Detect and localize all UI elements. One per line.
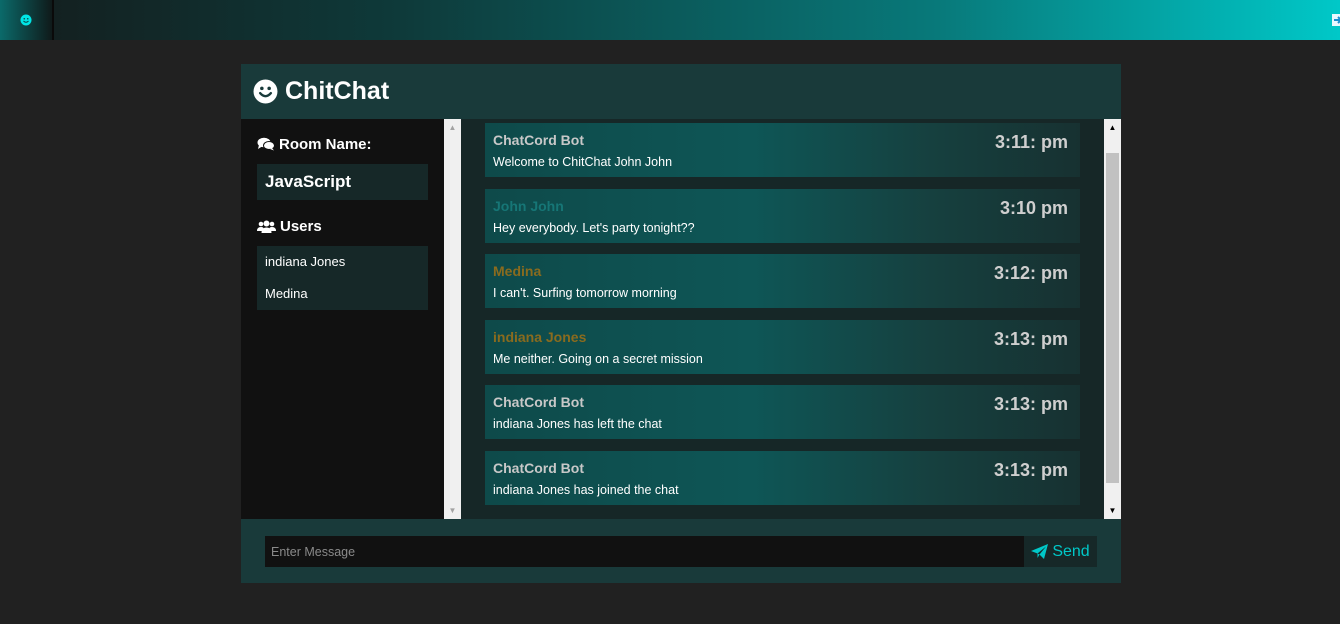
scroll-down-arrow-icon[interactable]: ▼ xyxy=(1104,502,1121,519)
message-time: 3:11: pm xyxy=(994,132,1068,152)
message: Medina 3:12: pm I can't. Surfing tomorro… xyxy=(485,254,1080,308)
message-author: ChatCord Bot xyxy=(493,459,584,476)
top-navbar xyxy=(0,0,1340,40)
app-logo[interactable] xyxy=(0,0,54,40)
message: ChatCord Bot 3:11: pm Welcome to ChitCha… xyxy=(485,123,1080,177)
message-text: indiana Jones has joined the chat xyxy=(493,482,679,497)
message-author: ChatCord Bot xyxy=(493,132,584,148)
message: ChatCord Bot 3:13: pm indiana Jones has … xyxy=(485,450,1080,505)
send-button-label: Send xyxy=(1052,542,1090,560)
users-icon xyxy=(257,220,276,233)
message-text: indiana Jones has left the chat xyxy=(493,417,662,431)
chat-form: Send xyxy=(241,519,1121,583)
message-input[interactable] xyxy=(265,536,1024,567)
messages-scrollbar[interactable]: ▲ ▼ xyxy=(1104,119,1121,519)
room-heading: Room Name: xyxy=(257,135,428,153)
user-item: Medina xyxy=(265,286,308,301)
chat-main: Room Name: JavaScript Users indiana Jone… xyxy=(241,119,1121,519)
message-time: 3:12: pm xyxy=(993,263,1068,283)
message-time: 3:10 pm xyxy=(999,197,1068,218)
chat-container: ChitChat Room Name: JavaScript Users ind… xyxy=(241,64,1121,583)
send-button[interactable]: Send xyxy=(1024,536,1097,567)
room-heading-label: Room Name: xyxy=(279,135,372,153)
app-title: ChitChat xyxy=(285,77,390,105)
message-text: I can't. Surfing tomorrow morning xyxy=(493,286,677,300)
scroll-down-arrow-icon[interactable]: ▼ xyxy=(444,502,461,519)
scrollbar-thumb[interactable] xyxy=(1106,153,1119,483)
message-text: Me neither. Going on a secret mission xyxy=(493,351,703,366)
message-author: Medina xyxy=(493,263,542,279)
message-time: 3:13: pm xyxy=(993,328,1068,349)
chat-sidebar: Room Name: JavaScript Users indiana Jone… xyxy=(241,119,444,519)
message-author: ChatCord Bot xyxy=(493,394,584,410)
exit-icon[interactable] xyxy=(1332,12,1340,28)
sidebar-scrollbar[interactable]: ▲ ▼ xyxy=(444,119,461,519)
message: ChatCord Bot 3:13: pm indiana Jones has … xyxy=(485,385,1080,439)
users-list: indiana Jones Medina xyxy=(257,246,428,310)
chat-messages: ChatCord Bot 3:11: pm Welcome to ChitCha… xyxy=(485,123,1080,516)
message: indiana Jones 3:13: pm Me neither. Going… xyxy=(485,319,1080,374)
message-author: indiana Jones xyxy=(493,328,587,345)
chat-header: ChitChat xyxy=(241,64,1121,119)
users-heading-label: Users xyxy=(280,217,322,235)
message-text: Welcome to ChitChat John John xyxy=(493,155,673,169)
scroll-up-arrow-icon[interactable]: ▲ xyxy=(444,119,461,136)
scroll-up-arrow-icon[interactable]: ▲ xyxy=(1104,119,1121,136)
smile-icon xyxy=(253,79,278,104)
smile-icon xyxy=(20,14,32,26)
users-heading: Users xyxy=(257,217,428,235)
message: John John 3:10 pm Hey everybody. Let's p… xyxy=(485,188,1080,243)
room-name: JavaScript xyxy=(257,164,428,200)
message-time: 3:13: pm xyxy=(993,459,1068,480)
message-author: John John xyxy=(493,197,564,214)
message-text: Hey everybody. Let's party tonight?? xyxy=(493,220,695,235)
comments-icon xyxy=(257,137,275,151)
paper-plane-icon xyxy=(1031,544,1049,559)
user-item: indiana Jones xyxy=(265,254,346,269)
message-time: 3:13: pm xyxy=(993,394,1068,414)
